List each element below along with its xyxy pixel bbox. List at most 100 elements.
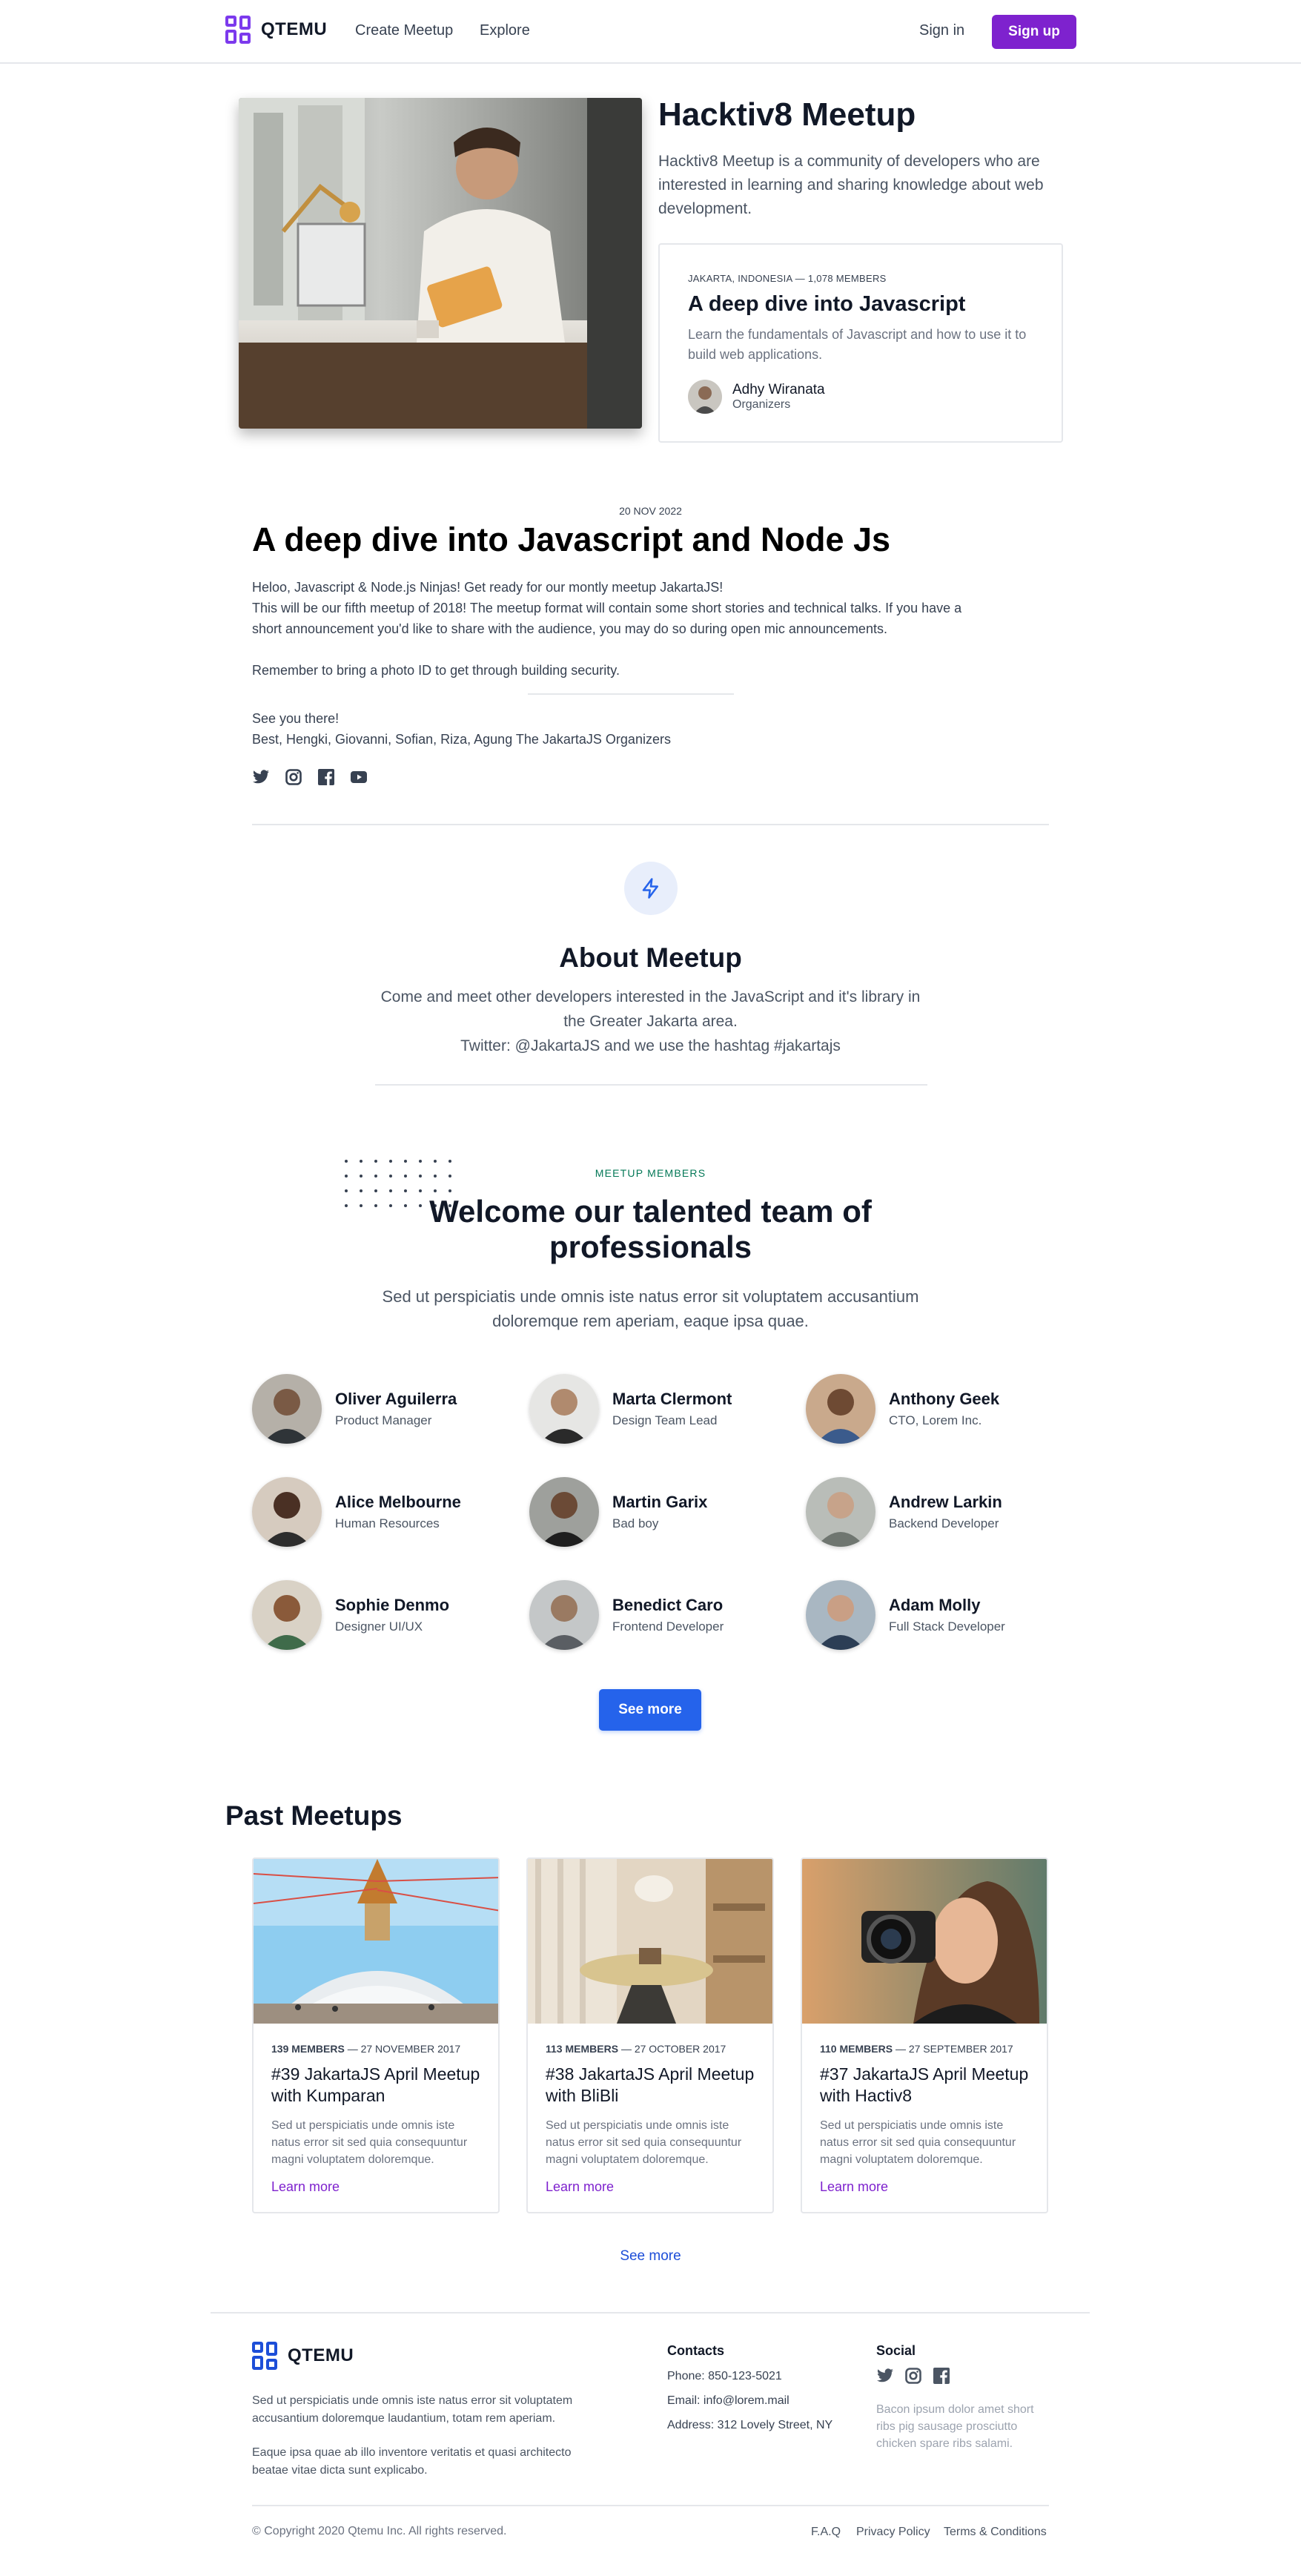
organizer-role: Organizers — [732, 398, 791, 411]
contact-email[interactable]: Email: info@lorem.mail — [667, 2394, 789, 2408]
member-role: Human Resources — [335, 1516, 440, 1530]
footer-description: Sed ut perspiciatis unde omnis iste natu… — [252, 2394, 573, 2425]
member-role: Design Team Lead — [612, 1413, 718, 1427]
article-title: A deep dive into Javascript and Node Js — [252, 521, 891, 558]
meetup-members: 110 MEMBERS — [820, 2043, 893, 2055]
meetup-date: — 27 SEPTEMBER 2017 — [895, 2043, 1013, 2055]
meetup-description: Sed ut perspiciatis unde omnis iste natu… — [271, 2119, 468, 2166]
avatar — [529, 1374, 599, 1444]
article-signoff: See you there! Best, Hengki, Giovanni, S… — [252, 708, 993, 750]
nav-explore[interactable]: Explore — [480, 22, 530, 39]
avatar — [806, 1477, 875, 1547]
avatar — [252, 1374, 322, 1444]
logo-icon — [252, 2342, 277, 2370]
organizer: Adhy Wiranata Organizers — [688, 380, 825, 414]
past-meetups-title: Past Meetups — [225, 1800, 403, 1831]
article-line: Remember to bring a photo ID to get thro… — [252, 663, 620, 678]
see-more-meetups-link[interactable]: See more — [0, 2248, 1301, 2265]
twitter-icon[interactable] — [876, 2367, 894, 2385]
team-member: Benedict Caro Frontend Developer — [529, 1580, 724, 1650]
member-name: Sophie Denmo — [335, 1596, 450, 1614]
avatar — [529, 1580, 599, 1650]
brand-logo[interactable]: QTEMU — [225, 16, 327, 44]
event-card[interactable]: JAKARTA, INDONESIA — 1,078 MEMBERS A dee… — [658, 243, 1063, 443]
avatar — [252, 1477, 322, 1547]
about-badge — [624, 862, 678, 915]
team-member: Marta Clermont Design Team Lead — [529, 1374, 732, 1444]
team-subtitle: Sed ut perspiciatis unde omnis iste natu… — [382, 1287, 919, 1330]
signin-link[interactable]: Sign in — [919, 22, 964, 39]
brand-name: QTEMU — [261, 19, 328, 39]
team-member: Anthony Geek CTO, Lorem Inc. — [806, 1374, 999, 1444]
about-line: Twitter: @JakartaJS and we use the hasht… — [460, 1037, 841, 1054]
youtube-icon[interactable] — [350, 768, 368, 786]
nav-create-meetup[interactable]: Create Meetup — [355, 22, 453, 39]
member-role: Full Stack Developer — [889, 1619, 1005, 1634]
meetup-members: 113 MEMBERS — [546, 2043, 619, 2055]
member-role: Backend Developer — [889, 1516, 999, 1530]
meetup-title: #38 JakartaJS April Meetup with BliBli — [546, 2064, 755, 2105]
meetup-image — [802, 1859, 1047, 2024]
meetup-meta: 110 MEMBERS — 27 SEPTEMBER 2017 — [820, 2043, 1013, 2055]
avatar — [688, 380, 722, 414]
contact-phone: Phone: 850-123-5021 — [667, 2370, 782, 2382]
past-meetup-card[interactable]: 110 MEMBERS — 27 SEPTEMBER 2017 #37 Jaka… — [801, 1857, 1048, 2213]
avatar — [806, 1374, 875, 1444]
article-date: 20 NOV 2022 — [619, 505, 682, 517]
avatar — [529, 1477, 599, 1547]
member-name: Adam Molly — [889, 1596, 981, 1614]
avatar — [806, 1580, 875, 1650]
article-body: Heloo, Javascript & Node.js Ninjas! Get … — [252, 577, 993, 681]
about-line: Come and meet other developers intereste… — [380, 988, 921, 1030]
member-role: CTO, Lorem Inc. — [889, 1413, 982, 1427]
see-more-members-button[interactable]: See more — [599, 1689, 701, 1731]
member-name: Anthony Geek — [889, 1390, 1000, 1408]
terms-link[interactable]: Terms & Conditions — [944, 2526, 1047, 2539]
twitter-icon[interactable] — [252, 768, 270, 786]
top-nav: QTEMU Create Meetup Explore Sign in Sign… — [0, 0, 1301, 64]
meetup-date: — 27 OCTOBER 2017 — [620, 2043, 726, 2055]
learn-more-link[interactable]: Learn more — [271, 2179, 340, 2195]
member-role: Designer UI/UX — [335, 1619, 423, 1634]
learn-more-link[interactable]: Learn more — [546, 2179, 614, 2195]
hero-description: Hacktiv8 Meetup is a community of develo… — [658, 153, 1044, 217]
event-description: Learn the fundamentals of Javascript and… — [688, 327, 1027, 362]
article-socials — [252, 768, 368, 786]
article-line: This will be our fifth meetup of 2018! T… — [252, 601, 962, 636]
copyright: © Copyright 2020 Qtemu Inc. All rights r… — [252, 2525, 507, 2537]
hero-image — [239, 98, 642, 429]
divider — [375, 1084, 927, 1086]
footer-logo[interactable]: QTEMU — [252, 2342, 354, 2370]
team-member: Sophie Denmo Designer UI/UX — [252, 1580, 449, 1650]
past-meetup-card[interactable]: 139 MEMBERS — 27 NOVEMBER 2017 #39 Jakar… — [252, 1857, 500, 2213]
meetup-meta: 139 MEMBERS — 27 NOVEMBER 2017 — [271, 2043, 460, 2055]
divider — [252, 2505, 1049, 2506]
member-name: Marta Clermont — [612, 1390, 732, 1408]
meetup-meta: 113 MEMBERS — 27 OCTOBER 2017 — [546, 2043, 726, 2055]
meetup-description: Sed ut perspiciatis unde omnis iste natu… — [820, 2119, 1016, 2166]
facebook-icon[interactable] — [933, 2367, 950, 2385]
faq-link[interactable]: F.A.Q — [811, 2526, 841, 2539]
contact-address: Address: 312 Lovely Street, NY — [667, 2419, 833, 2431]
facebook-icon[interactable] — [317, 768, 335, 786]
divider — [252, 824, 1049, 825]
member-name: Martin Garix — [612, 1493, 708, 1511]
privacy-policy-link[interactable]: Privacy Policy — [856, 2526, 930, 2539]
instagram-icon[interactable] — [904, 2367, 922, 2385]
meetup-date: — 27 NOVEMBER 2017 — [347, 2043, 461, 2055]
team-member: Alice Melbourne Human Resources — [252, 1477, 461, 1547]
meetup-title: #37 JakartaJS April Meetup with Hactiv8 — [820, 2064, 1029, 2105]
member-role: Product Manager — [335, 1413, 432, 1427]
team-member: Martin Garix Bad boy — [529, 1477, 707, 1547]
footer-description: Eaque ipsa quae ab illo inventore verita… — [252, 2446, 572, 2477]
instagram-icon[interactable] — [285, 768, 302, 786]
event-title: A deep dive into Javascript — [688, 292, 966, 316]
footer-socials — [876, 2367, 950, 2385]
logo-icon — [225, 16, 251, 44]
member-name: Andrew Larkin — [889, 1493, 1002, 1511]
learn-more-link[interactable]: Learn more — [820, 2179, 888, 2195]
signup-button[interactable]: Sign up — [992, 15, 1076, 49]
team-label: MEETUP MEMBERS — [595, 1167, 706, 1179]
member-role: Frontend Developer — [612, 1619, 724, 1634]
past-meetup-card[interactable]: 113 MEMBERS — 27 OCTOBER 2017 #38 Jakart… — [526, 1857, 774, 2213]
